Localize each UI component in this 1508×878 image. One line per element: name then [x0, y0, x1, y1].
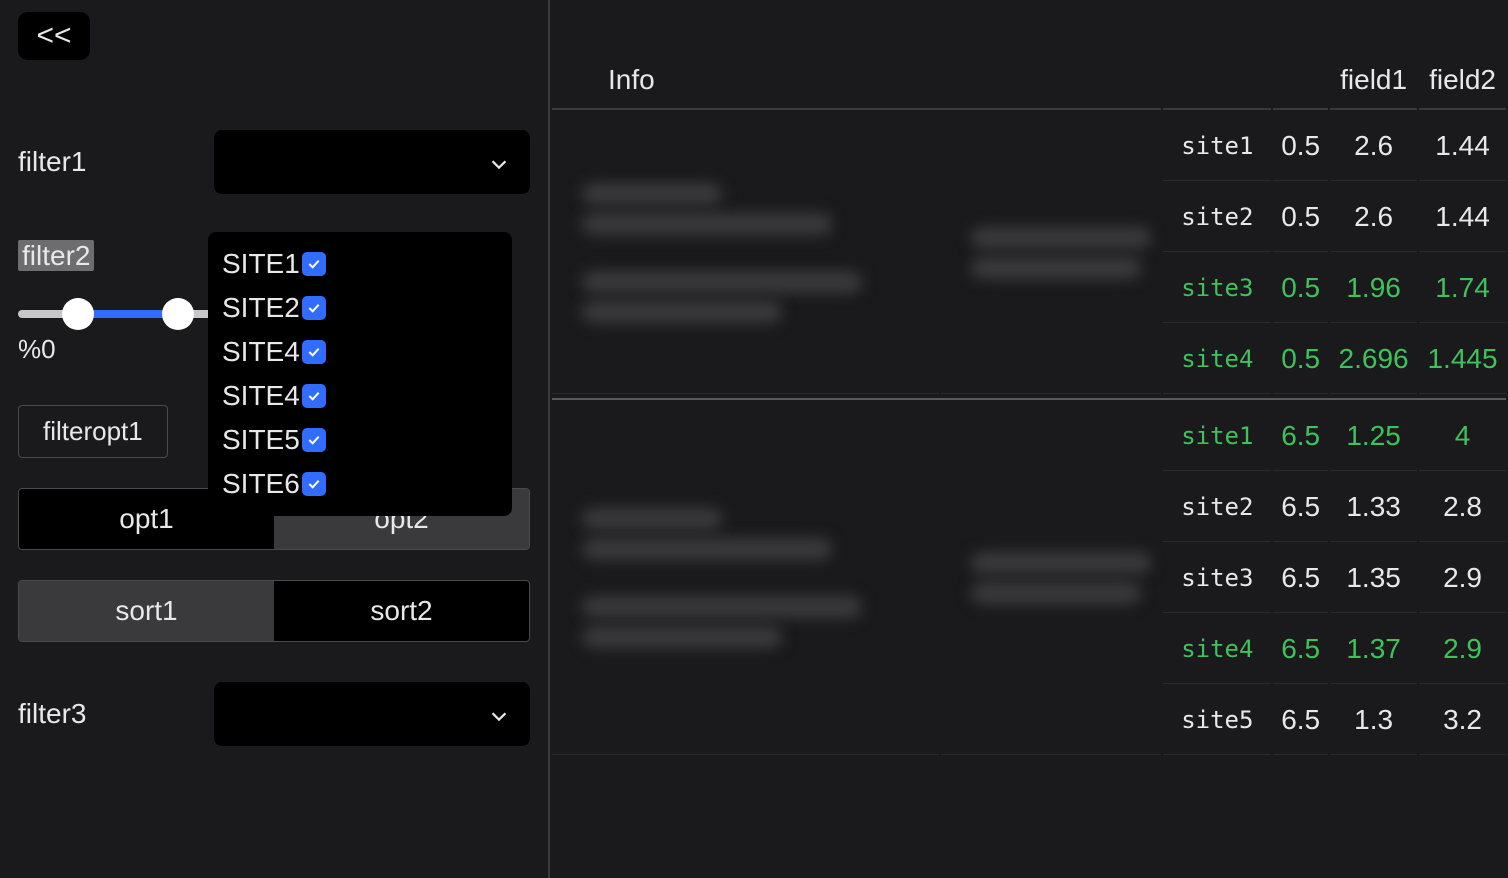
- info-cell: [552, 402, 939, 755]
- dropdown-item[interactable]: SITE5: [222, 418, 498, 462]
- header-info: Info: [552, 52, 1161, 110]
- table-row[interactable]: site10.52.61.44: [552, 112, 1506, 181]
- checkbox-checked-icon[interactable]: [302, 340, 326, 364]
- sidebar: << filter1 filter2 %0 filteropt1 opt1 op…: [0, 0, 550, 878]
- cell-field1: 2.6: [1330, 112, 1417, 181]
- slider-thumb-max[interactable]: [162, 298, 194, 330]
- cell-field1: 1.3: [1330, 686, 1417, 755]
- cell-v0: 6.5: [1273, 402, 1328, 471]
- dropdown-item-label: SITE5: [222, 424, 300, 456]
- cell-field2: 1.44: [1419, 183, 1506, 252]
- cell-site: site2: [1163, 183, 1271, 252]
- cell-v0: 6.5: [1273, 686, 1328, 755]
- cell-site: site3: [1163, 254, 1271, 323]
- main-content: Info field1 field2 site10.52.61.44site20…: [550, 0, 1508, 878]
- filter2-slider[interactable]: [18, 300, 218, 328]
- cell-site: site3: [1163, 544, 1271, 613]
- sort-toggle-group: sort1 sort2: [18, 580, 530, 642]
- checkbox-checked-icon[interactable]: [302, 384, 326, 408]
- checkbox-checked-icon[interactable]: [302, 472, 326, 496]
- cell-field2: 2.9: [1419, 544, 1506, 613]
- filter1-select[interactable]: [214, 130, 530, 194]
- cell-field2: 1.74: [1419, 254, 1506, 323]
- cell-field1: 1.25: [1330, 402, 1417, 471]
- cell-field1: 1.37: [1330, 615, 1417, 684]
- cell-field1: 2.696: [1330, 325, 1417, 394]
- filter3-select[interactable]: [214, 682, 530, 746]
- dropdown-item[interactable]: SITE4: [222, 330, 498, 374]
- cell-site: site1: [1163, 402, 1271, 471]
- cell-site: site2: [1163, 473, 1271, 542]
- dropdown-item[interactable]: SITE2: [222, 286, 498, 330]
- cell-field1: 2.6: [1330, 183, 1417, 252]
- cell-v0: 0.5: [1273, 325, 1328, 394]
- cell-site: site4: [1163, 325, 1271, 394]
- cell-field2: 1.445: [1419, 325, 1506, 394]
- checkbox-checked-icon[interactable]: [302, 296, 326, 320]
- header-field1: field1: [1330, 52, 1417, 110]
- dropdown-item[interactable]: SITE6: [222, 462, 498, 506]
- header-site: [1163, 52, 1271, 110]
- dropdown-item-label: SITE6: [222, 468, 300, 500]
- data-table: Info field1 field2 site10.52.61.44site20…: [550, 50, 1508, 757]
- collapse-sidebar-button[interactable]: <<: [18, 12, 90, 60]
- filter3-row: filter3: [18, 682, 530, 746]
- cell-field1: 1.33: [1330, 473, 1417, 542]
- filter3-label: filter3: [18, 698, 198, 730]
- sort1-button[interactable]: sort1: [19, 581, 274, 641]
- dropdown-item-label: SITE1: [222, 248, 300, 280]
- cell-field1: 1.96: [1330, 254, 1417, 323]
- checkbox-checked-icon[interactable]: [302, 252, 326, 276]
- filter1-dropdown-panel: SITE1 SITE2 SITE4 SITE4 SITE5 SITE6: [208, 232, 512, 516]
- info-cell-2: [941, 112, 1161, 394]
- cell-field2: 4: [1419, 402, 1506, 471]
- slider-thumb-min[interactable]: [62, 298, 94, 330]
- cell-site: site4: [1163, 615, 1271, 684]
- dropdown-item-label: SITE4: [222, 380, 300, 412]
- filter1-row: filter1: [18, 130, 530, 194]
- cell-field2: 1.44: [1419, 112, 1506, 181]
- cell-v0: 6.5: [1273, 615, 1328, 684]
- sort2-button[interactable]: sort2: [274, 581, 529, 641]
- cell-site: site1: [1163, 112, 1271, 181]
- dropdown-item[interactable]: SITE1: [222, 242, 498, 286]
- chevron-down-icon: [488, 151, 510, 173]
- header-v0: [1273, 52, 1328, 110]
- dropdown-item[interactable]: SITE4: [222, 374, 498, 418]
- filteropt1-chip[interactable]: filteropt1: [18, 405, 168, 458]
- cell-v0: 0.5: [1273, 183, 1328, 252]
- info-cell-2: [941, 402, 1161, 755]
- cell-field2: 3.2: [1419, 686, 1506, 755]
- cell-v0: 0.5: [1273, 112, 1328, 181]
- filter2-label: filter2: [18, 240, 94, 271]
- cell-v0: 6.5: [1273, 544, 1328, 613]
- table-row[interactable]: site16.51.254: [552, 402, 1506, 471]
- cell-field2: 2.9: [1419, 615, 1506, 684]
- dropdown-item-label: SITE4: [222, 336, 300, 368]
- cell-site: site5: [1163, 686, 1271, 755]
- table-header: Info field1 field2: [552, 52, 1506, 110]
- cell-field2: 2.8: [1419, 473, 1506, 542]
- dropdown-item-label: SITE2: [222, 292, 300, 324]
- group-separator: [552, 396, 1506, 400]
- header-field2: field2: [1419, 52, 1506, 110]
- info-cell: [552, 112, 939, 394]
- cell-field1: 1.35: [1330, 544, 1417, 613]
- chevron-down-icon: [488, 703, 510, 725]
- checkbox-checked-icon[interactable]: [302, 428, 326, 452]
- cell-v0: 0.5: [1273, 254, 1328, 323]
- cell-v0: 6.5: [1273, 473, 1328, 542]
- filter1-label: filter1: [18, 146, 198, 178]
